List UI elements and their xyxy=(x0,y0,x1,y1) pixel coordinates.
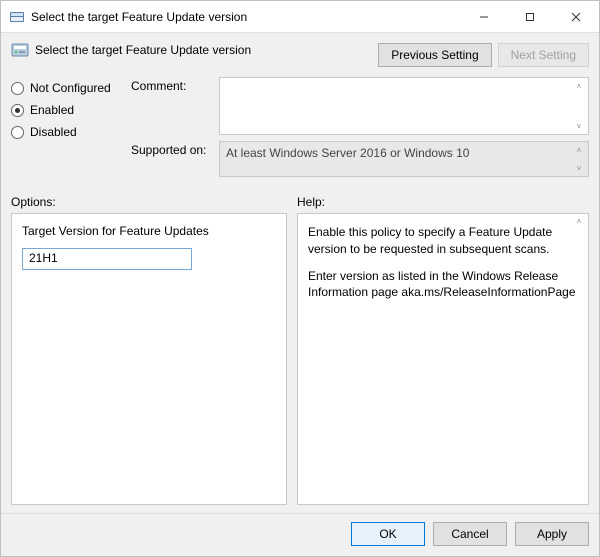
comment-label: Comment: xyxy=(131,77,219,93)
scroll-up-icon: ˄ xyxy=(572,144,586,156)
previous-setting-button[interactable]: Previous Setting xyxy=(378,43,491,67)
scroll-up-icon[interactable]: ˄ xyxy=(572,80,586,92)
maximize-button[interactable] xyxy=(507,1,553,32)
ok-button[interactable]: OK xyxy=(351,522,425,546)
dialog-body: Select the target Feature Update version… xyxy=(1,33,599,556)
radio-icon xyxy=(11,82,24,95)
supported-on-label: Supported on: xyxy=(131,141,219,157)
header-row: Select the target Feature Update version… xyxy=(1,33,599,77)
supported-on-value: At least Windows Server 2016 or Windows … xyxy=(219,141,589,177)
comment-textarea[interactable]: ˄ ˅ xyxy=(219,77,589,135)
policy-icon xyxy=(11,41,29,59)
radio-label: Enabled xyxy=(30,103,74,117)
window-title: Select the target Feature Update version xyxy=(31,10,461,24)
radio-disabled[interactable]: Disabled xyxy=(11,125,131,139)
radio-enabled[interactable]: Enabled xyxy=(11,103,131,117)
help-panel: ˄ Enable this policy to specify a Featur… xyxy=(297,213,589,505)
scroll-down-icon: ˅ xyxy=(572,162,586,174)
help-text: Enable this policy to specify a Feature … xyxy=(308,224,578,258)
policy-editor-window: Select the target Feature Update version xyxy=(0,0,600,557)
titlebar[interactable]: Select the target Feature Update version xyxy=(1,1,599,33)
window-controls xyxy=(461,1,599,32)
help-section-label: Help: xyxy=(297,195,589,209)
close-button[interactable] xyxy=(553,1,599,32)
radio-not-configured[interactable]: Not Configured xyxy=(11,81,131,95)
radio-label: Disabled xyxy=(30,125,77,139)
next-setting-button: Next Setting xyxy=(498,43,589,67)
dialog-footer: OK Cancel Apply xyxy=(1,513,599,556)
state-radio-group: Not Configured Enabled Disabled xyxy=(11,77,131,183)
radio-label: Not Configured xyxy=(30,81,111,95)
radio-icon xyxy=(11,104,24,117)
minimize-button[interactable] xyxy=(461,1,507,32)
policy-title: Select the target Feature Update version xyxy=(35,43,251,57)
app-icon xyxy=(9,9,25,25)
options-panel: Target Version for Feature Updates 21H1 xyxy=(11,213,287,505)
apply-button[interactable]: Apply xyxy=(515,522,589,546)
help-text: Enter version as listed in the Windows R… xyxy=(308,268,578,302)
config-row: Not Configured Enabled Disabled Comment:… xyxy=(1,77,599,189)
options-section-label: Options: xyxy=(11,195,287,209)
target-version-input[interactable]: 21H1 xyxy=(22,248,192,270)
cancel-button[interactable]: Cancel xyxy=(433,522,507,546)
scroll-up-icon[interactable]: ˄ xyxy=(572,216,586,228)
scroll-down-icon[interactable]: ˅ xyxy=(572,120,586,132)
radio-icon xyxy=(11,126,24,139)
target-version-label: Target Version for Feature Updates xyxy=(22,224,276,238)
